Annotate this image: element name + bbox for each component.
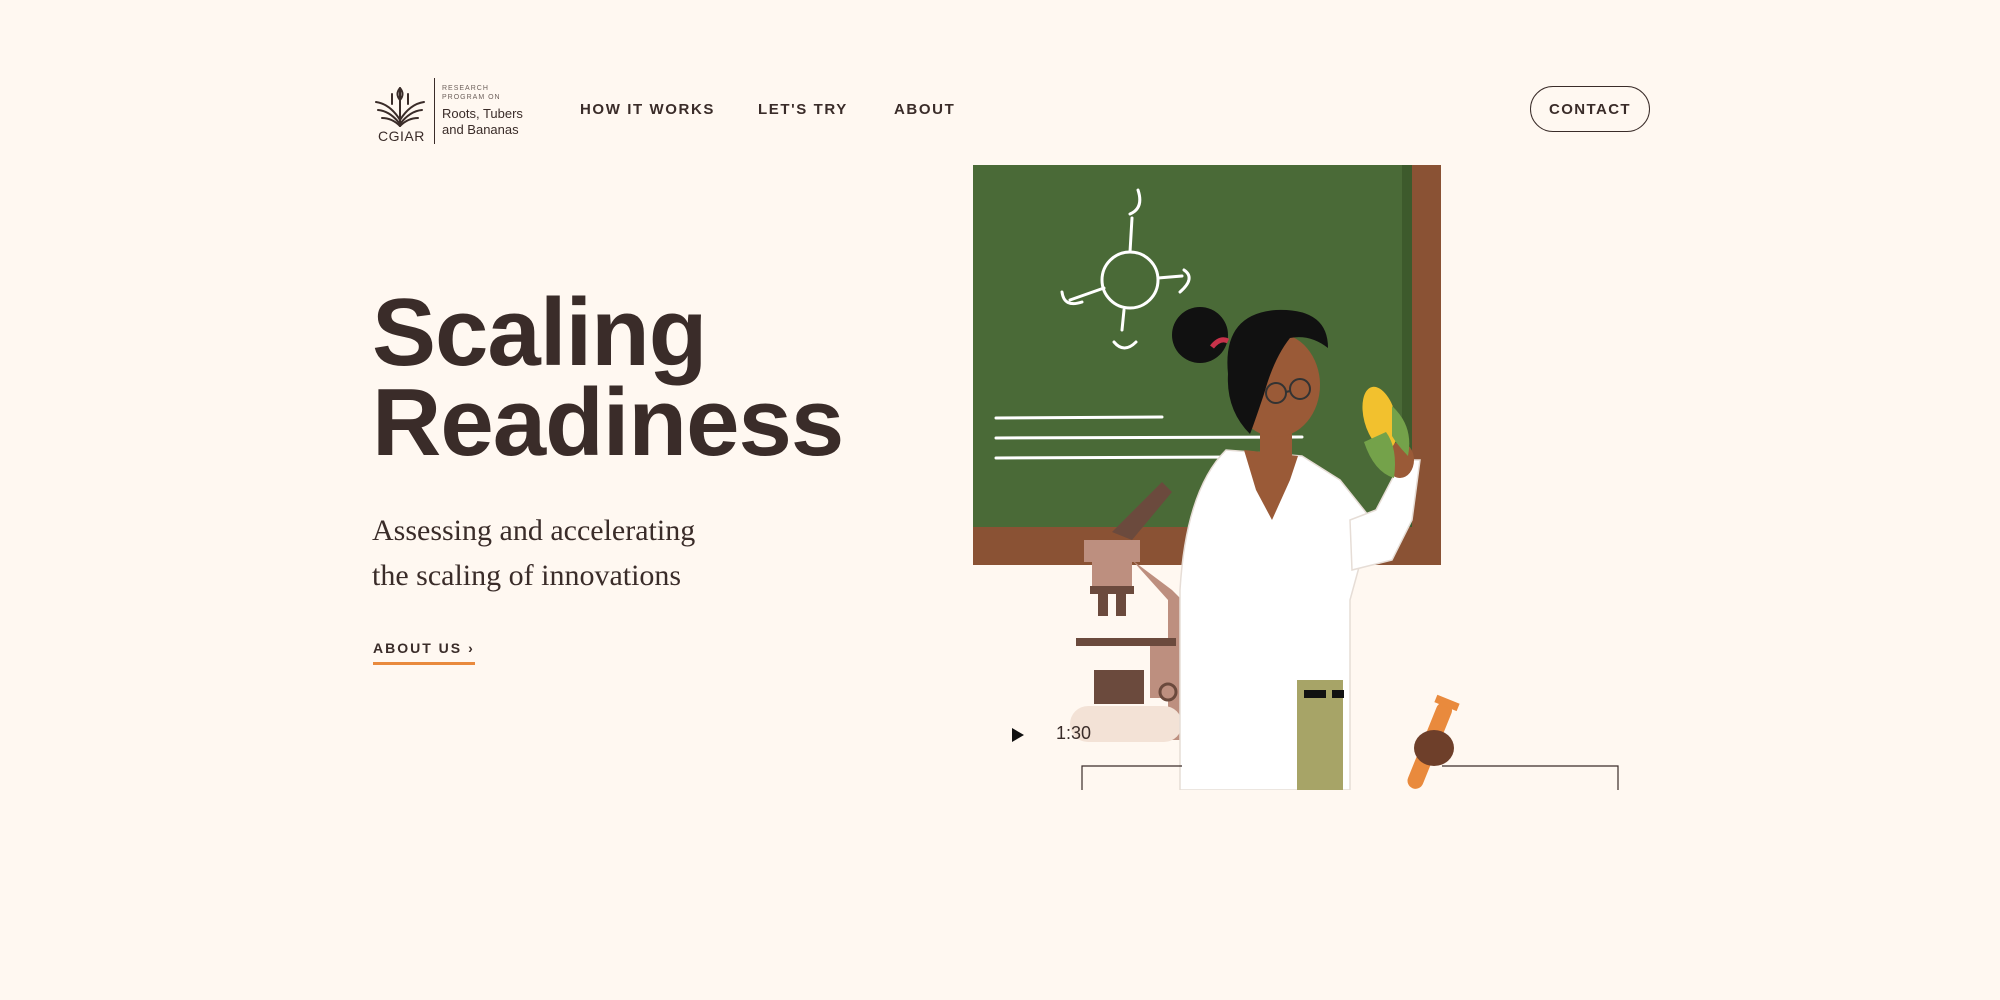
logo-divider [434, 78, 435, 144]
title-line-2: Readiness [372, 369, 844, 476]
nav-lets-try[interactable]: LET'S TRY [758, 101, 848, 118]
page-title: Scaling Readiness [372, 285, 892, 471]
nav-how-it-works[interactable]: HOW IT WORKS [580, 101, 715, 118]
about-us-link[interactable]: ABOUT US › [373, 640, 475, 665]
subtitle-line-1: Assessing and accelerating [372, 514, 696, 547]
contact-button[interactable]: CONTACT [1530, 86, 1650, 132]
about-us-label: ABOUT US [373, 640, 463, 656]
video-duration: 1:30 [1056, 723, 1092, 743]
subtitle-line-2: the scaling of innovations [372, 559, 682, 592]
play-button[interactable] [1003, 720, 1033, 750]
hero-subtitle: Assessing and accelerating the scaling o… [372, 508, 792, 598]
logo-program-name: Roots, Tubers and Bananas [442, 106, 523, 137]
cgiar-logo[interactable]: CGIAR RESEARCH PROGRAM ON Roots, Tubers … [372, 74, 523, 148]
chevron-right-icon: › [468, 640, 475, 656]
play-icon [1012, 728, 1024, 742]
scientist-illustration [973, 165, 1619, 790]
wheat-logo-icon [375, 87, 425, 127]
logo-program-label: RESEARCH PROGRAM ON [442, 85, 501, 101]
logo-org-text: CGIAR [378, 128, 425, 144]
intro-video[interactable] [972, 160, 1622, 790]
nav-about[interactable]: ABOUT [894, 101, 955, 118]
